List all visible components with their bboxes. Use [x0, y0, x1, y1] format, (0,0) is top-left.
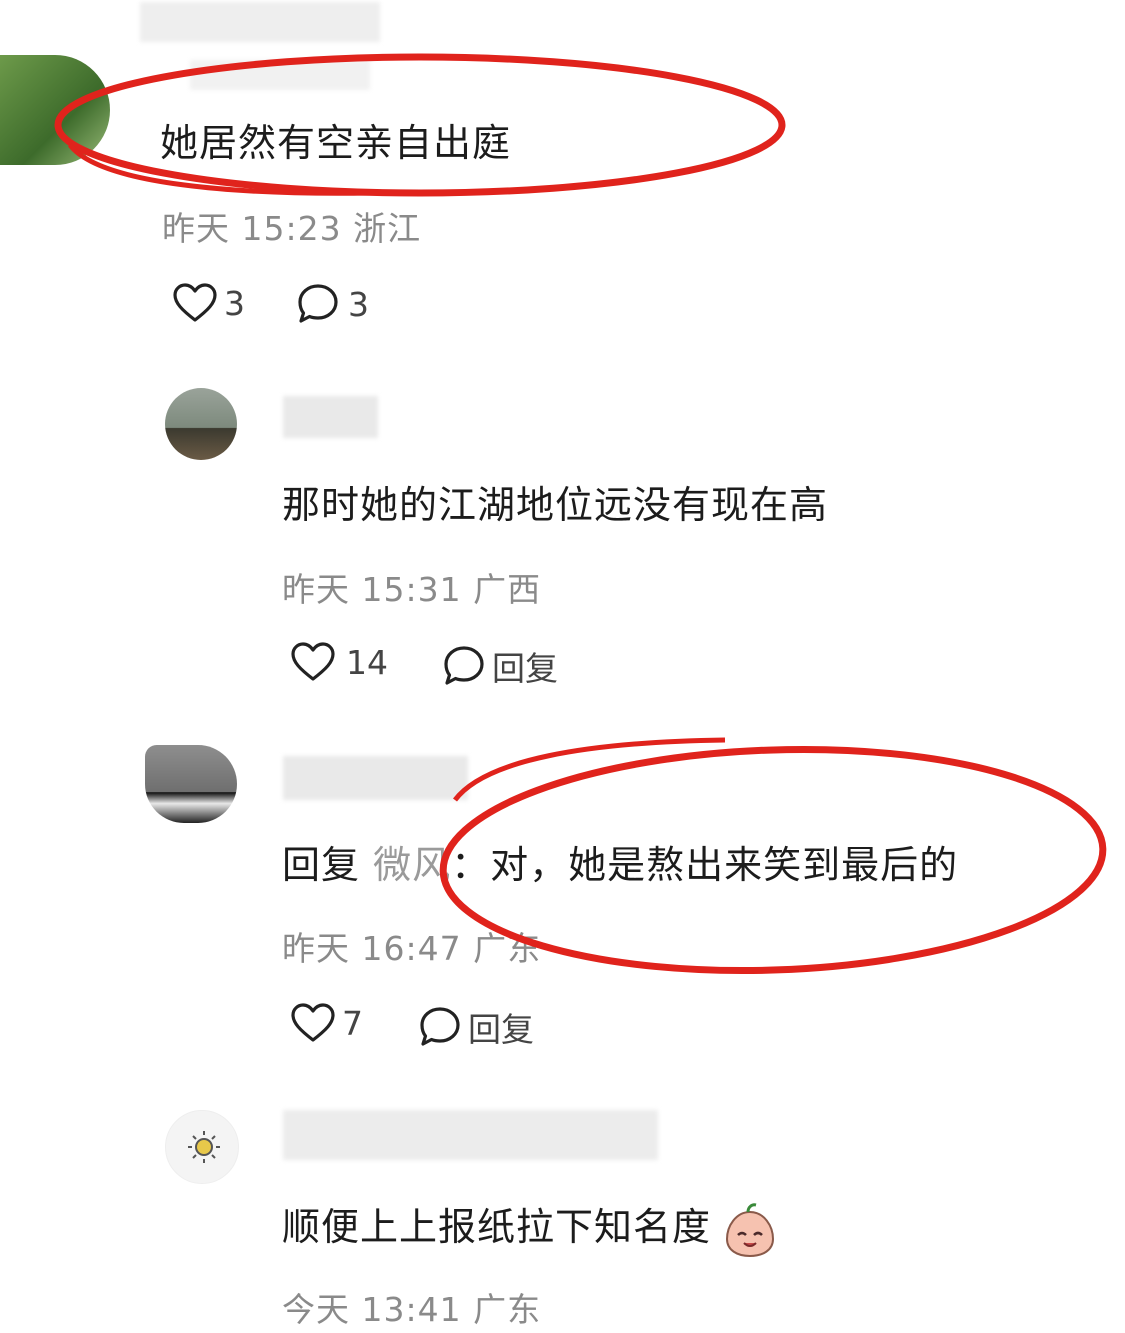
like-count: 14 — [346, 642, 388, 682]
avatar[interactable] — [165, 1110, 239, 1184]
comment-bubble-icon — [420, 1007, 460, 1046]
reply-button[interactable]: 回复 — [418, 1003, 534, 1051]
heart-icon — [291, 642, 335, 681]
comment-text: 顺便上上报纸拉下知名度 — [282, 1205, 712, 1249]
avatar[interactable] — [165, 388, 237, 460]
sun-icon — [188, 1131, 220, 1163]
comment-bubble-icon — [444, 646, 484, 685]
username-blurred[interactable] — [140, 2, 380, 42]
emoji-face-icon — [726, 1202, 775, 1257]
reply-prefix: 回复 — [282, 843, 361, 887]
heart-icon — [173, 283, 217, 322]
like-button[interactable]: 7 — [290, 1003, 363, 1043]
comment-text-line: 顺便上上报纸拉下知名度 — [282, 1196, 776, 1258]
reply-label: 回复 — [468, 1010, 534, 1049]
comment-meta: 昨天 15:31 广西 — [282, 563, 541, 611]
highlight-ellipse — [54, 53, 786, 197]
highlight-ellipse — [439, 737, 1107, 975]
comment-location: 浙江 — [353, 209, 422, 248]
like-count: 3 — [224, 283, 245, 323]
heart-icon — [291, 1003, 335, 1042]
comment-time: 13:41 — [361, 1290, 462, 1329]
username-blurred[interactable] — [283, 396, 378, 438]
avatar[interactable] — [145, 745, 237, 823]
reply-count-button[interactable]: 3 — [296, 283, 369, 325]
comment-date: 昨天 — [282, 570, 350, 609]
comment-meta: 昨天 15:23 浙江 — [162, 202, 421, 250]
comment-location: 广西 — [473, 570, 542, 609]
comment-date: 今天 — [282, 1290, 350, 1329]
username-blurred[interactable] — [283, 1110, 658, 1160]
comment-meta: 今天 13:41 广东 — [282, 1283, 541, 1331]
reply-count: 3 — [348, 284, 369, 324]
reply-label: 回复 — [492, 649, 558, 688]
comment-time: 15:23 — [241, 209, 342, 248]
reply-button[interactable]: 回复 — [442, 642, 558, 690]
comment-date: 昨天 — [162, 209, 230, 248]
like-button[interactable]: 14 — [290, 642, 388, 682]
comment-time: 15:31 — [361, 570, 462, 609]
like-count: 7 — [342, 1003, 363, 1043]
comment-date: 昨天 — [282, 929, 350, 968]
like-button[interactable]: 3 — [172, 283, 245, 323]
comment-bubble-icon — [298, 284, 338, 323]
comment-text: 那时她的江湖地位远没有现在高 — [282, 483, 829, 527]
comment-location: 广东 — [473, 1290, 542, 1329]
